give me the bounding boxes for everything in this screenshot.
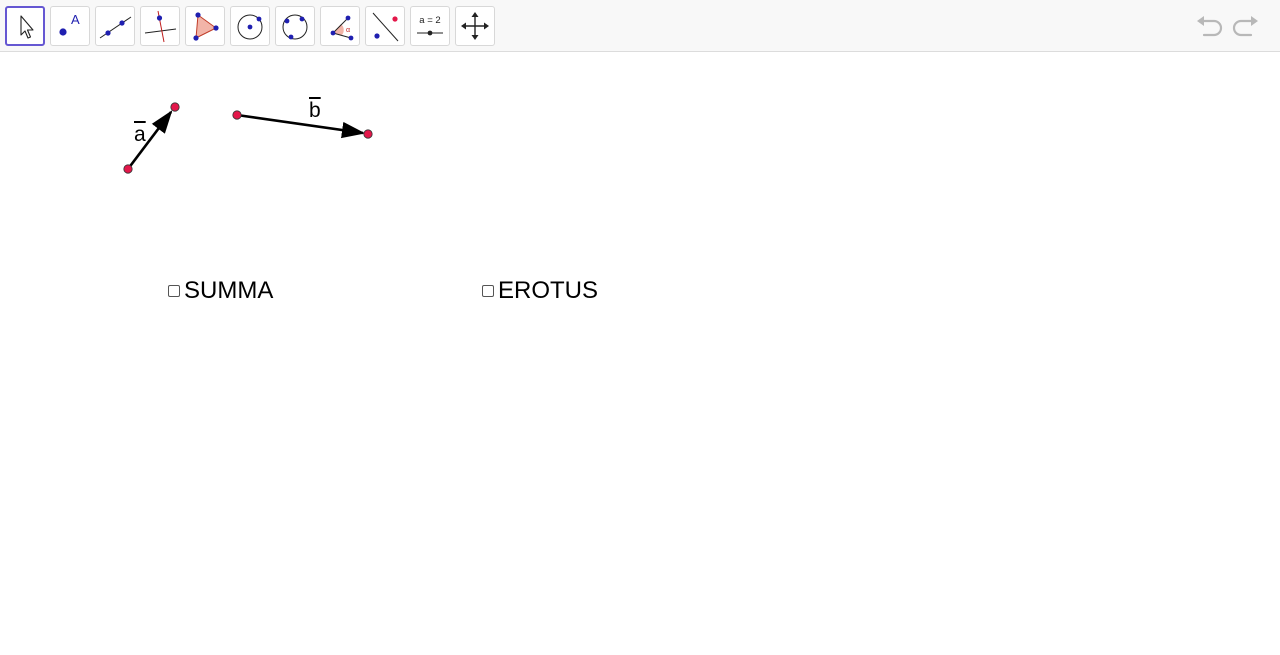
summa-checkbox-row[interactable]: SUMMA bbox=[168, 277, 273, 305]
toolbar: A α a = 2 bbox=[0, 0, 1280, 52]
move-graphics-tool-button[interactable] bbox=[455, 6, 495, 46]
svg-text:α: α bbox=[346, 27, 350, 34]
circle-three-points-icon bbox=[282, 14, 308, 40]
vector-b-end-point[interactable] bbox=[363, 129, 373, 139]
angle-icon: α bbox=[330, 15, 354, 41]
erotus-label: EROTUS bbox=[498, 277, 599, 304]
reflect-tool-button[interactable] bbox=[365, 6, 405, 46]
redo-icon bbox=[1232, 16, 1258, 37]
summa-label: SUMMA bbox=[184, 277, 274, 304]
line-tool-button[interactable] bbox=[95, 6, 135, 46]
undo-button[interactable] bbox=[1194, 11, 1224, 41]
vector-b-start-point[interactable] bbox=[232, 110, 242, 120]
circle-three-points-tool-button[interactable] bbox=[275, 6, 315, 46]
point-icon-label: A bbox=[71, 12, 80, 27]
vector-a-end-point[interactable] bbox=[170, 102, 180, 112]
line-through-points-icon bbox=[99, 16, 132, 39]
vectors-drawing bbox=[123, 102, 373, 174]
perpendicular-line-icon bbox=[144, 10, 177, 43]
angle-tool-button[interactable]: α bbox=[320, 6, 360, 46]
point-icon: A bbox=[59, 12, 80, 36]
perpendicular-tool-button[interactable] bbox=[140, 6, 180, 46]
undo-icon bbox=[1197, 16, 1223, 37]
move-tool-button[interactable] bbox=[5, 6, 45, 46]
erotus-checkbox[interactable] bbox=[482, 285, 494, 297]
move-graphics-view-icon bbox=[461, 12, 489, 40]
redo-button[interactable] bbox=[1231, 11, 1261, 41]
vector-a-start-point[interactable] bbox=[123, 164, 133, 174]
reflect-about-line-icon bbox=[372, 12, 399, 42]
cursor-arrow-icon bbox=[20, 15, 34, 39]
polygon-icon bbox=[193, 12, 219, 41]
circle-center-point-icon bbox=[237, 14, 263, 40]
polygon-tool-button[interactable] bbox=[185, 6, 225, 46]
point-tool-button[interactable]: A bbox=[50, 6, 90, 46]
slider-icon: a = 2 bbox=[417, 15, 443, 36]
slider-tool-button[interactable]: a = 2 bbox=[410, 6, 450, 46]
vector-b[interactable] bbox=[236, 113, 366, 139]
summa-checkbox[interactable] bbox=[168, 285, 180, 297]
graphics-view[interactable]: a b SUMMA EROTUS bbox=[0, 53, 1280, 655]
vector-a-label: a bbox=[134, 123, 146, 146]
vector-b-label: b bbox=[309, 99, 321, 122]
slider-icon-label: a = 2 bbox=[419, 15, 440, 26]
geogebra-app: A α a = 2 a b SUMMA EROTUS bbox=[0, 0, 1280, 655]
erotus-checkbox-row[interactable]: EROTUS bbox=[482, 277, 598, 305]
circle-tool-button[interactable] bbox=[230, 6, 270, 46]
